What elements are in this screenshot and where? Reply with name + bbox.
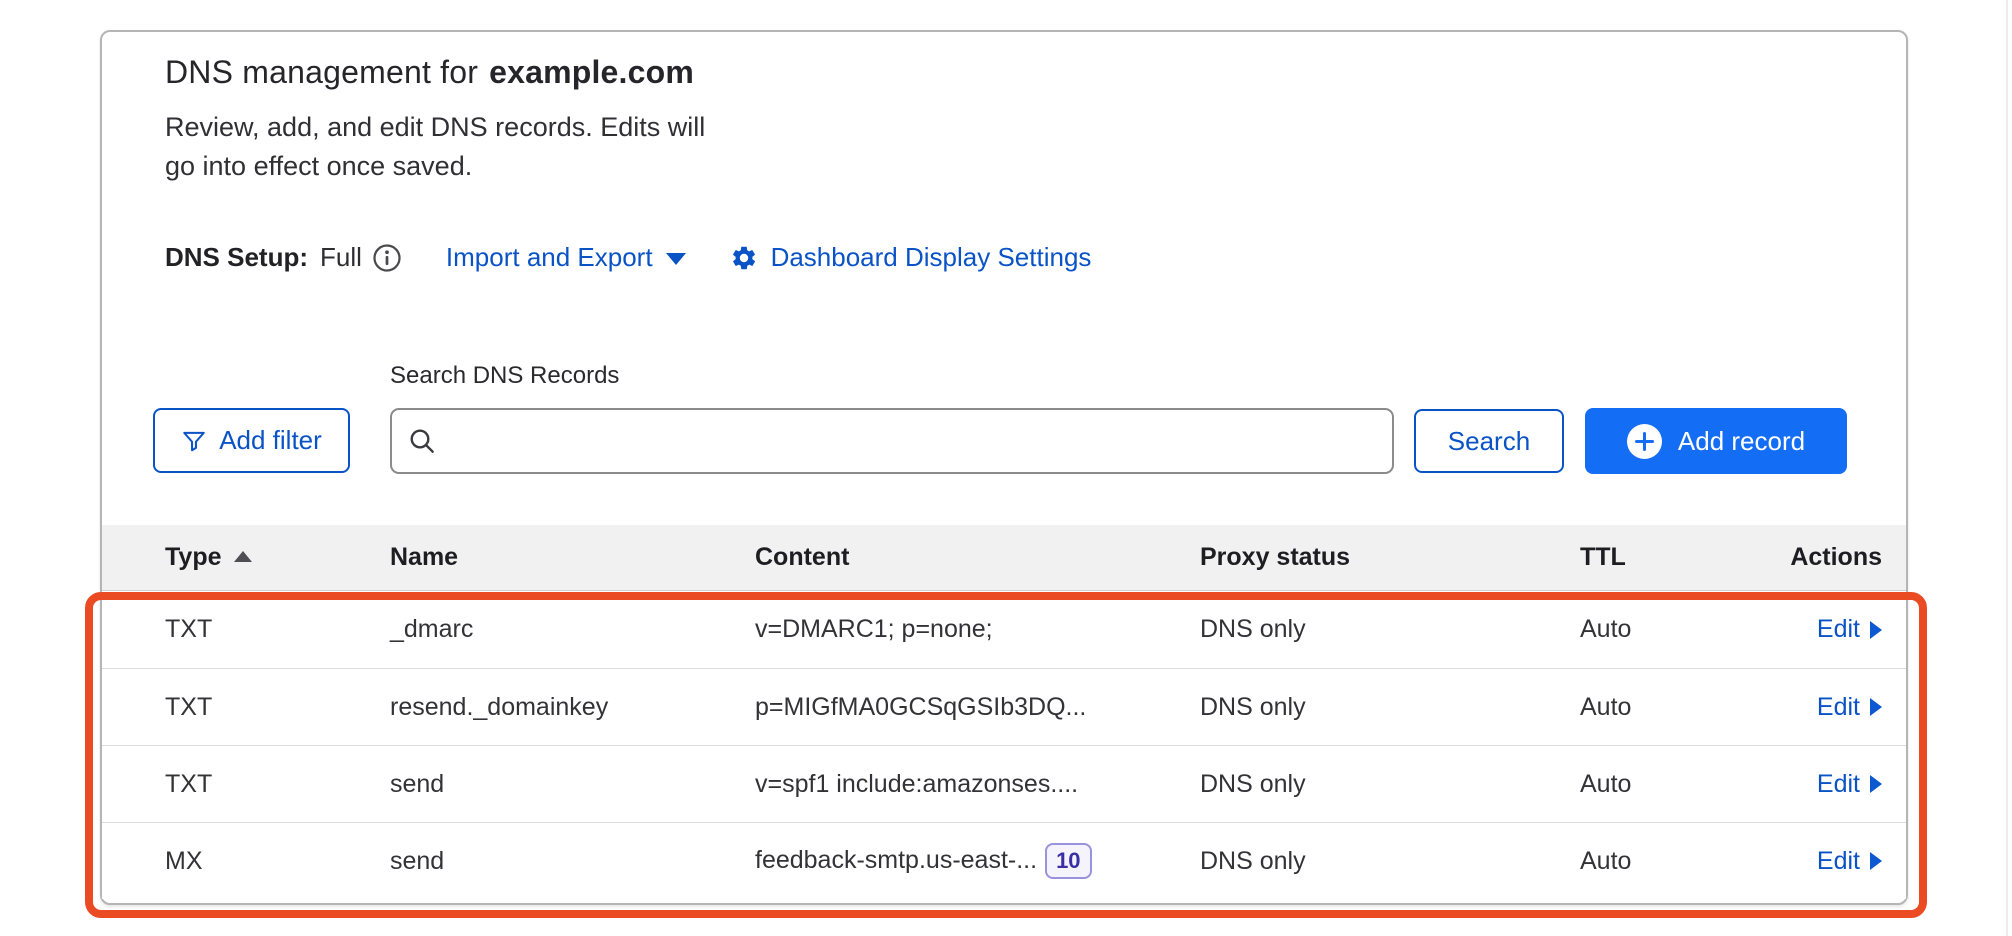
dns-setup-value: Full	[320, 242, 362, 273]
subtitle-line-2: go into effect once saved.	[165, 147, 705, 186]
chevron-down-icon	[666, 253, 686, 265]
dns-records-table: Type Name Content Proxy status TTL Actio…	[102, 525, 1906, 899]
add-record-button[interactable]: Add record	[1585, 408, 1847, 474]
chevron-right-icon	[1870, 775, 1882, 793]
cell-name: send	[390, 847, 755, 876]
search-button[interactable]: Search	[1414, 409, 1564, 473]
dns-setup-label: DNS Setup:	[165, 242, 308, 273]
cell-content: feedback-smtp.us-east-... 10	[755, 843, 1200, 879]
cell-type: TXT	[165, 615, 390, 644]
cell-proxy-status: DNS only	[1200, 847, 1580, 876]
cell-name: _dmarc	[390, 615, 755, 644]
mx-priority-badge: 10	[1045, 843, 1091, 879]
plus-icon	[1627, 424, 1662, 459]
page: DNS management for example.com Review, a…	[0, 0, 2012, 936]
cell-type: TXT	[165, 770, 390, 799]
window-edge	[2006, 0, 2008, 936]
cell-content: v=spf1 include:amazonses....	[755, 770, 1200, 799]
subtitle-line-1: Review, add, and edit DNS records. Edits…	[165, 108, 705, 147]
search-input[interactable]	[390, 408, 1394, 474]
edit-record-button[interactable]: Edit	[1817, 693, 1882, 722]
column-header-content[interactable]: Content	[755, 543, 1200, 572]
cell-proxy-status: DNS only	[1200, 770, 1580, 799]
chevron-right-icon	[1870, 852, 1882, 870]
search-input-wrap	[390, 408, 1394, 474]
dashboard-display-settings-link[interactable]: Dashboard Display Settings	[730, 242, 1092, 273]
table-header-row: Type Name Content Proxy status TTL Actio…	[102, 525, 1906, 591]
cell-type: MX	[165, 847, 390, 876]
cell-content: v=DMARC1; p=none;	[755, 615, 1200, 644]
import-export-label: Import and Export	[446, 242, 653, 273]
column-header-ttl[interactable]: TTL	[1580, 543, 1770, 572]
cell-name: resend._domainkey	[390, 693, 755, 722]
cell-ttl: Auto	[1580, 770, 1770, 799]
page-title-domain: example.com	[489, 54, 694, 91]
cell-content: p=MIGfMA0GCSqGSIb3DQ...	[755, 693, 1200, 722]
dashboard-display-settings-label: Dashboard Display Settings	[771, 242, 1092, 273]
cell-ttl: Auto	[1580, 615, 1770, 644]
page-title: DNS management for example.com	[165, 54, 694, 91]
column-header-name[interactable]: Name	[390, 543, 755, 572]
page-subtitle: Review, add, and edit DNS records. Edits…	[165, 108, 705, 186]
edit-record-button[interactable]: Edit	[1817, 770, 1882, 799]
edit-record-button[interactable]: Edit	[1817, 615, 1882, 644]
add-filter-button[interactable]: Add filter	[153, 408, 350, 473]
cell-proxy-status: DNS only	[1200, 693, 1580, 722]
cell-ttl: Auto	[1580, 847, 1770, 876]
chevron-right-icon	[1870, 621, 1882, 639]
edit-record-button[interactable]: Edit	[1817, 847, 1882, 876]
table-row: TXT send v=spf1 include:amazonses.... DN…	[102, 745, 1906, 822]
search-button-label: Search	[1448, 426, 1530, 457]
table-row: TXT _dmarc v=DMARC1; p=none; DNS only Au…	[102, 591, 1906, 668]
column-header-actions: Actions	[1770, 543, 1882, 572]
cell-name: send	[390, 770, 755, 799]
column-header-type[interactable]: Type	[165, 543, 390, 572]
sort-ascending-icon	[234, 551, 252, 562]
cell-proxy-status: DNS only	[1200, 615, 1580, 644]
search-dns-records-label: Search DNS Records	[390, 362, 619, 390]
filter-funnel-icon	[181, 428, 207, 454]
add-filter-label: Add filter	[219, 425, 322, 456]
chevron-right-icon	[1870, 698, 1882, 716]
gear-icon	[730, 244, 758, 272]
dns-setup-row: DNS Setup: Full Import and Export	[165, 242, 1091, 273]
dns-management-card: DNS management for example.com Review, a…	[100, 30, 1908, 905]
info-icon[interactable]	[372, 243, 402, 273]
table-row: MX send feedback-smtp.us-east-... 10 DNS…	[102, 822, 1906, 899]
column-header-proxy-status[interactable]: Proxy status	[1200, 543, 1580, 572]
import-export-link[interactable]: Import and Export	[446, 242, 686, 273]
add-record-label: Add record	[1678, 426, 1805, 457]
cell-ttl: Auto	[1580, 693, 1770, 722]
page-title-prefix: DNS management for	[165, 54, 478, 91]
cell-type: TXT	[165, 693, 390, 722]
table-row: TXT resend._domainkey p=MIGfMA0GCSqGSIb3…	[102, 668, 1906, 745]
